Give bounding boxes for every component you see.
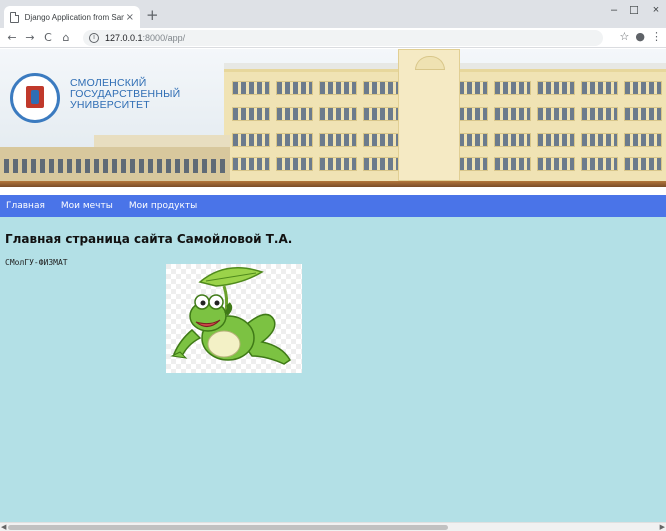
info-icon[interactable]: i: [89, 32, 99, 43]
bookmark-star-icon[interactable]: ☆: [620, 30, 630, 43]
address-bar[interactable]: i 127.0.0.1 :8000/app/: [83, 29, 603, 46]
nav-dreams-link[interactable]: Мои мечты: [61, 201, 113, 211]
account-icon[interactable]: ●: [635, 30, 645, 43]
new-tab-button[interactable]: +: [146, 8, 159, 23]
back-icon[interactable]: ←: [3, 31, 21, 44]
browser-tab-strip: Django Application from Samoilo × + – ☐ …: [0, 0, 666, 28]
scroll-left-icon[interactable]: ◀: [1, 523, 6, 531]
page-title: Главная страница сайта Самойловой Т.А.: [5, 232, 293, 246]
forward-icon[interactable]: →: [21, 31, 39, 44]
scrollbar-thumb[interactable]: [8, 525, 448, 530]
close-tab-icon[interactable]: ×: [126, 12, 134, 23]
page-viewport: СМОЛЕНСКИЙ ГОСУДАРСТВЕННЫЙ УНИВЕРСИТЕТ Г…: [0, 49, 666, 522]
browser-tab[interactable]: Django Application from Samoilo ×: [4, 6, 140, 28]
faculty-label: СМолГУ-ФИЗМАТ: [5, 258, 68, 267]
horizontal-scrollbar[interactable]: ◀ ▶: [0, 522, 666, 531]
nav-home-link[interactable]: Главная: [6, 201, 45, 211]
window-close-button[interactable]: ×: [646, 4, 666, 16]
menu-icon[interactable]: ⋮: [651, 30, 662, 43]
nav-products-link[interactable]: Мои продукты: [129, 201, 197, 211]
maximize-button[interactable]: ☐: [624, 4, 644, 17]
scroll-right-icon[interactable]: ▶: [660, 523, 665, 531]
home-icon[interactable]: ⌂: [57, 31, 75, 44]
minimize-button[interactable]: –: [604, 4, 624, 16]
reload-icon[interactable]: C: [39, 31, 57, 44]
frog-image: [166, 264, 302, 373]
tab-title: Django Application from Samoilo: [24, 12, 124, 22]
url-host: 127.0.0.1: [105, 32, 143, 43]
page-icon: [10, 11, 19, 23]
url-path: :8000/app/: [142, 32, 186, 43]
header-banner: СМОЛЕНСКИЙ ГОСУДАРСТВЕННЫЙ УНИВЕРСИТЕТ: [0, 49, 666, 187]
browser-toolbar: ← → C ⌂ i 127.0.0.1 :8000/app/ ☆ ● ⋮: [0, 28, 666, 48]
main-nav: Главная Мои мечты Мои продукты: [0, 195, 666, 217]
university-logo: [10, 73, 60, 123]
university-name: СМОЛЕНСКИЙ ГОСУДАРСТВЕННЫЙ УНИВЕРСИТЕТ: [70, 77, 181, 111]
